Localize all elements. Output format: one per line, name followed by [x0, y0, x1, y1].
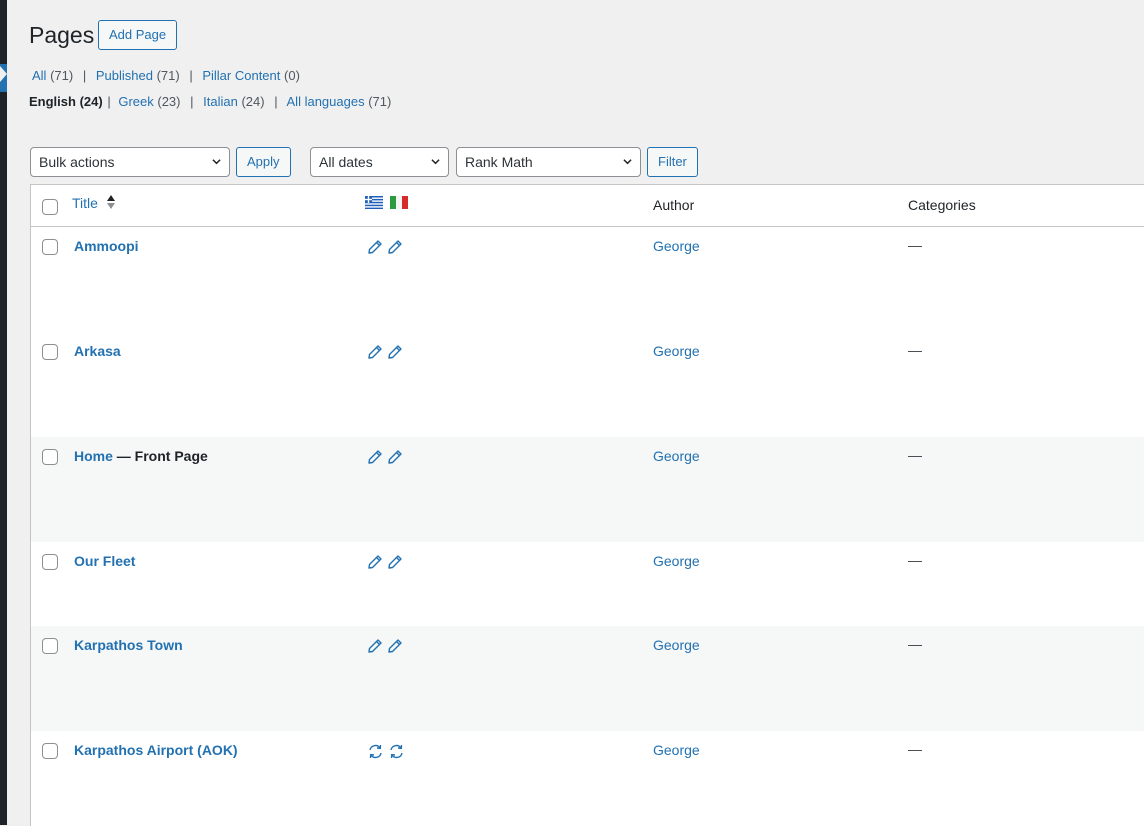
separator: |	[82, 68, 87, 83]
author-link[interactable]: George	[653, 238, 700, 254]
language-greek[interactable]: Greek	[118, 94, 153, 109]
language-italian[interactable]: Italian	[203, 94, 238, 109]
table-header: Title Author Categories	[31, 185, 1144, 227]
pencil-icon[interactable]	[367, 449, 383, 468]
filter-pillar-content[interactable]: Pillar Content	[202, 68, 280, 83]
language-count: (23)	[157, 94, 181, 109]
pencil-icon[interactable]	[387, 638, 403, 657]
row-checkbox[interactable]	[42, 743, 58, 759]
admin-menu-edge	[0, 0, 7, 825]
add-page-button[interactable]: Add Page	[98, 20, 178, 50]
separator: |	[107, 94, 111, 109]
row-checkbox[interactable]	[42, 239, 58, 255]
row-checkbox[interactable]	[42, 638, 58, 654]
categories-value: —	[908, 741, 922, 757]
translation-icons	[367, 554, 407, 573]
language-filters: English (24) | Greek (23) | Italian (24)…	[29, 94, 391, 109]
row-checkbox[interactable]	[42, 344, 58, 360]
translation-icons	[367, 638, 407, 657]
filter-count: (71)	[156, 68, 180, 83]
page-title: Pages	[29, 22, 95, 48]
status-filters: All (71) | Published (71) | Pillar Conte…	[32, 68, 300, 83]
language-flags	[365, 196, 408, 212]
filter-count: (0)	[284, 68, 300, 83]
chevron-down-icon	[431, 159, 440, 165]
page-title-link[interactable]: Karpathos Town	[74, 637, 183, 653]
language-count: (24)	[79, 94, 103, 109]
pencil-icon[interactable]	[367, 344, 383, 363]
title-column-header[interactable]: Title	[72, 195, 98, 211]
categories-column-header: Categories	[908, 197, 976, 213]
author-column-header: Author	[653, 197, 695, 213]
table-row: Home — Front Page George —	[31, 437, 1144, 542]
language-all[interactable]: All languages	[287, 94, 365, 109]
page-title-link[interactable]: Home	[74, 448, 113, 464]
author-link[interactable]: George	[653, 742, 700, 758]
date-filter-value: All dates	[319, 154, 373, 170]
row-checkbox[interactable]	[42, 554, 58, 570]
table-row: Arkasa George —	[31, 332, 1144, 437]
italian-flag-icon[interactable]	[389, 196, 408, 209]
table-row: Karpathos Airport (AOK) George —	[31, 731, 1144, 826]
pencil-icon[interactable]	[387, 554, 403, 573]
language-count: (71)	[368, 94, 392, 109]
translation-icons	[367, 239, 407, 258]
filter-all[interactable]: All	[32, 68, 46, 83]
pencil-icon[interactable]	[367, 638, 383, 657]
page-title-link[interactable]: Karpathos Airport (AOK)	[74, 742, 238, 758]
chevron-down-icon	[623, 159, 632, 165]
page-state-label: — Front Page	[112, 448, 208, 464]
author-link[interactable]: George	[653, 343, 700, 359]
categories-value: —	[908, 447, 922, 463]
pencil-icon[interactable]	[387, 449, 403, 468]
categories-value: —	[908, 636, 922, 652]
language-count: (24)	[241, 94, 265, 109]
pencil-icon[interactable]	[387, 239, 403, 258]
seo-filter-value: Rank Math	[465, 154, 533, 170]
page-title-link[interactable]: Ammoopi	[74, 238, 139, 254]
categories-value: —	[908, 342, 922, 358]
date-filter-select[interactable]: All dates	[310, 147, 449, 177]
menu-notch	[0, 66, 7, 82]
greek-flag-icon[interactable]	[365, 196, 383, 209]
translation-icons	[367, 344, 407, 363]
filter-count: (71)	[50, 68, 74, 83]
page-title-link[interactable]: Arkasa	[74, 343, 121, 359]
separator: |	[190, 94, 194, 109]
filter-button[interactable]: Filter	[647, 147, 698, 177]
bulk-actions-select[interactable]: Bulk actions	[30, 147, 230, 177]
pencil-icon[interactable]	[387, 344, 403, 363]
table-row: Karpathos Town George —	[31, 626, 1144, 731]
sync-icon[interactable]	[388, 743, 405, 763]
table-row: Our Fleet George —	[31, 542, 1144, 626]
seo-filter-select[interactable]: Rank Math	[456, 147, 641, 177]
sort-icon[interactable]	[107, 195, 115, 209]
filter-published[interactable]: Published	[96, 68, 153, 83]
chevron-down-icon	[212, 159, 221, 165]
pencil-icon[interactable]	[367, 554, 383, 573]
categories-value: —	[908, 237, 922, 253]
translation-icons	[367, 743, 409, 763]
author-link[interactable]: George	[653, 553, 700, 569]
pages-table: Title Author Categories Ammoopi George —	[30, 184, 1144, 826]
page-title-link[interactable]: Our Fleet	[74, 553, 135, 569]
separator: |	[189, 68, 193, 83]
sync-icon[interactable]	[367, 743, 384, 763]
language-english-current[interactable]: English	[29, 94, 76, 109]
select-all-checkbox[interactable]	[42, 199, 58, 215]
pencil-icon[interactable]	[367, 239, 383, 258]
apply-button[interactable]: Apply	[236, 147, 291, 177]
table-row: Ammoopi George —	[31, 227, 1144, 332]
bulk-actions-value: Bulk actions	[39, 154, 115, 170]
translation-icons	[367, 449, 407, 468]
categories-value: —	[908, 552, 922, 568]
author-link[interactable]: George	[653, 637, 700, 653]
row-checkbox[interactable]	[42, 449, 58, 465]
separator: |	[274, 94, 278, 109]
author-link[interactable]: George	[653, 448, 700, 464]
page-title-cell: Home — Front Page	[74, 448, 208, 464]
